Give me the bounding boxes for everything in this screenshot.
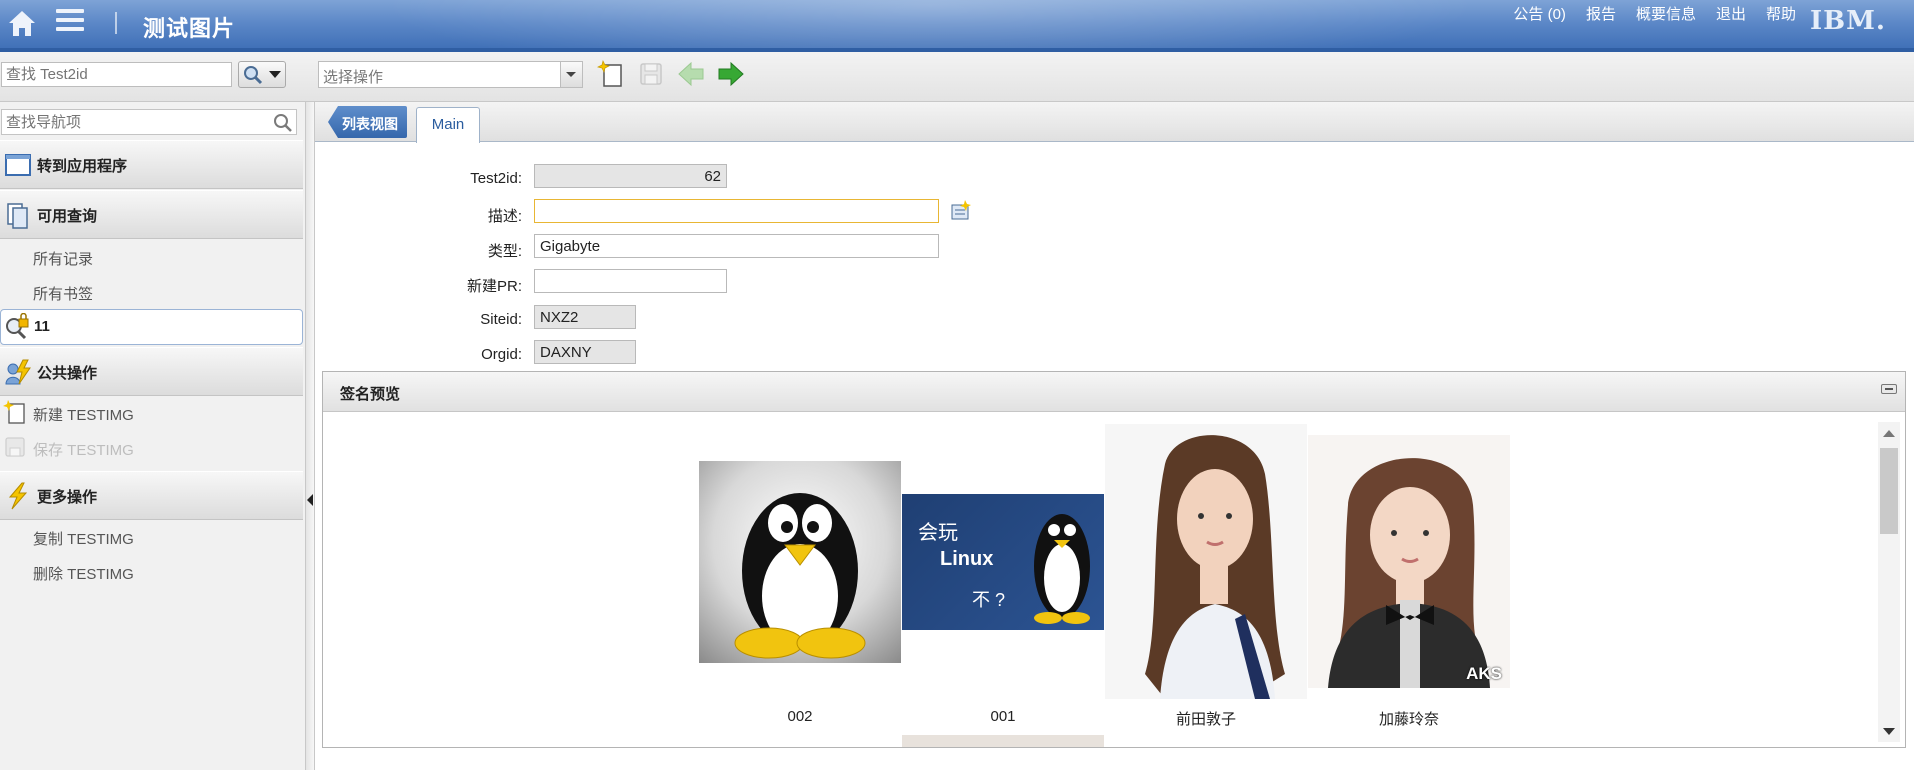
test2id-search-input[interactable] bbox=[1, 62, 232, 87]
query-selected-item[interactable]: 11 bbox=[0, 309, 303, 345]
description-field[interactable] bbox=[534, 199, 939, 223]
scroll-down-icon[interactable] bbox=[1883, 728, 1895, 735]
banner-text-2: Linux bbox=[940, 548, 994, 570]
goto-applications-label: 转到应用程序 bbox=[37, 158, 128, 175]
penguin-image[interactable] bbox=[699, 461, 901, 663]
new-pr-field[interactable] bbox=[534, 269, 727, 293]
reports-link[interactable]: 报告 bbox=[1586, 3, 1616, 24]
save-icon[interactable] bbox=[636, 59, 666, 89]
header-decoration bbox=[380, 0, 1480, 52]
header-separator bbox=[115, 12, 117, 34]
chevron-down-icon bbox=[269, 71, 281, 78]
selected-query-label: 11 bbox=[34, 318, 50, 335]
help-link[interactable]: 帮助 bbox=[1766, 3, 1796, 24]
scrollbar-thumb[interactable] bbox=[1880, 448, 1898, 534]
panel-header: 签名预览 bbox=[323, 372, 1905, 412]
bulletins-link[interactable]: 公告 (0) bbox=[1513, 3, 1566, 24]
collapse-icon[interactable] bbox=[1881, 384, 1897, 394]
image-caption-1: 002 bbox=[787, 708, 813, 725]
search-button[interactable] bbox=[238, 61, 286, 88]
banner-text-1: 会玩 bbox=[918, 522, 958, 544]
test2id-label: Test2id: bbox=[470, 170, 522, 187]
siteid-field: NXZ2 bbox=[534, 305, 636, 329]
banner-text-3: 不 ? bbox=[972, 590, 1006, 610]
toolbar: 选择操作 bbox=[0, 52, 1914, 102]
previous-arrow-icon[interactable] bbox=[676, 59, 706, 89]
new-pr-label: 新建PR: bbox=[466, 278, 522, 295]
app-title: 测试图片 bbox=[143, 16, 236, 41]
portrait-image[interactable] bbox=[1105, 424, 1307, 699]
search-icon bbox=[244, 66, 263, 85]
type-label: 类型: bbox=[487, 243, 522, 260]
app-header: 测试图片 公告 (0) 报告 概要信息 退出 帮助 IBM. bbox=[0, 0, 1914, 52]
new-record-icon[interactable] bbox=[596, 59, 626, 89]
query-all-records[interactable]: 所有记录 bbox=[33, 248, 93, 269]
more-actions-label: 更多操作 bbox=[37, 489, 98, 506]
available-queries-label: 可用查询 bbox=[37, 208, 98, 225]
image-caption-2: 001 bbox=[990, 708, 1016, 725]
application-window-icon bbox=[5, 154, 31, 176]
common-actions-section[interactable]: 公共操作 bbox=[0, 347, 303, 396]
left-sidebar: 转到应用程序 可用查询 所有记录 所有书签 11 公共操作 新建 TESTIMG bbox=[0, 102, 305, 770]
query-all-bookmarks[interactable]: 所有书签 bbox=[33, 283, 93, 304]
long-description-icon[interactable] bbox=[950, 200, 972, 222]
goto-applications-section[interactable]: 转到应用程序 bbox=[0, 140, 303, 189]
linux-banner-image[interactable]: 会玩 Linux 不 ? bbox=[902, 494, 1104, 630]
next-row-image[interactable] bbox=[902, 735, 1104, 747]
tab-list-view[interactable]: 列表视图 bbox=[328, 106, 407, 138]
description-label: 描述: bbox=[487, 208, 522, 225]
signature-preview-panel: 签名预览 会玩 Linux 不 ? AKS 002 001 前田敦子 加藤玲奈 bbox=[322, 371, 1906, 748]
portrait-graphic bbox=[1328, 458, 1490, 688]
orgid-field: DAXNY bbox=[534, 340, 636, 364]
query-icon bbox=[7, 203, 28, 229]
signout-link[interactable]: 退出 bbox=[1716, 3, 1746, 24]
penguin-graphic bbox=[734, 493, 866, 659]
common-actions-label: 公共操作 bbox=[37, 365, 98, 382]
common-actions-icon bbox=[5, 359, 31, 385]
tab-main[interactable]: Main bbox=[416, 107, 480, 143]
save-testimg-action[interactable]: 保存 TESTIMG bbox=[33, 439, 134, 460]
image-caption-3: 前田敦子 bbox=[1175, 711, 1236, 728]
save-icon bbox=[5, 437, 25, 457]
tabs-bar bbox=[315, 102, 1914, 142]
orgid-label: Orgid: bbox=[481, 346, 522, 363]
portrait-graphic bbox=[1145, 435, 1285, 699]
search-icon[interactable] bbox=[272, 112, 294, 134]
copy-testimg-action[interactable]: 复制 TESTIMG bbox=[33, 528, 134, 549]
header-links: 公告 (0) 报告 概要信息 退出 帮助 bbox=[1493, 3, 1796, 24]
more-actions-section[interactable]: 更多操作 bbox=[0, 471, 303, 520]
type-field[interactable]: Gigabyte bbox=[534, 234, 939, 258]
penguin-icon bbox=[1034, 514, 1090, 624]
portrait-image-2[interactable]: AKS bbox=[1308, 435, 1510, 688]
collapse-arrow-icon bbox=[307, 494, 313, 506]
test2id-field: 62 bbox=[534, 164, 727, 188]
new-testimg-action[interactable]: 新建 TESTIMG bbox=[33, 404, 134, 425]
image-caption-4: 加藤玲奈 bbox=[1378, 711, 1439, 728]
chevron-down-icon bbox=[566, 72, 576, 77]
sidebar-collapse-handle[interactable] bbox=[305, 102, 315, 770]
home-icon[interactable] bbox=[6, 8, 38, 40]
nav-search-input[interactable] bbox=[1, 109, 297, 135]
select-action-dropdown[interactable]: 选择操作 bbox=[318, 61, 583, 88]
lightning-icon bbox=[8, 482, 28, 510]
dropdown-arrow bbox=[560, 62, 582, 87]
ibm-logo: IBM. bbox=[1810, 6, 1886, 36]
scroll-up-icon[interactable] bbox=[1883, 430, 1895, 437]
search-lock-icon bbox=[6, 313, 29, 340]
select-action-value: 选择操作 bbox=[323, 69, 384, 86]
siteid-label: Siteid: bbox=[480, 311, 522, 328]
profile-link[interactable]: 概要信息 bbox=[1636, 3, 1696, 24]
panel-title: 签名预览 bbox=[340, 386, 401, 403]
new-record-icon bbox=[3, 400, 25, 424]
panel-scrollbar[interactable] bbox=[1878, 422, 1900, 742]
delete-testimg-action[interactable]: 删除 TESTIMG bbox=[33, 563, 134, 584]
next-arrow-icon[interactable] bbox=[716, 59, 746, 89]
menu-icon[interactable] bbox=[56, 9, 84, 35]
available-queries-section[interactable]: 可用查询 bbox=[0, 190, 303, 239]
portrait-watermark: AKS bbox=[1466, 664, 1502, 683]
